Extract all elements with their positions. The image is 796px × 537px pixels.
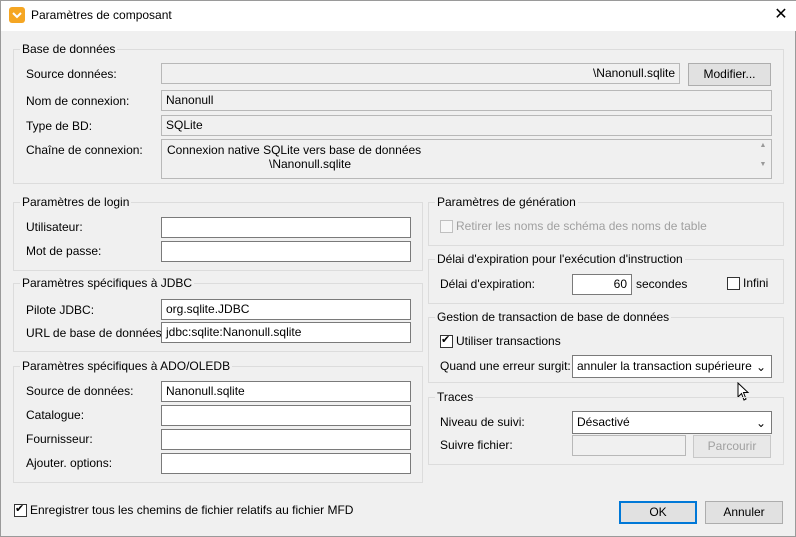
provider-input[interactable] [161, 429, 411, 450]
relative-paths-checkbox[interactable]: ✔ [14, 503, 27, 517]
on-error-select[interactable]: annuler la transaction supérieure ⌄ [572, 355, 772, 378]
connection-string-line2: \Nanonull.sqlite [269, 157, 352, 171]
browse-button[interactable]: Parcourir [693, 435, 771, 458]
use-transactions-checkbox[interactable]: ✔ [440, 334, 453, 348]
component-settings-dialog: Paramètres de composant ✕ Base de donnée… [0, 0, 796, 537]
chevron-down-icon: ⌄ [755, 360, 766, 374]
db-type-field[interactable]: SQLite [161, 115, 772, 136]
generation-group-title: Paramètres de génération [435, 195, 578, 209]
close-button[interactable]: ✕ [767, 3, 795, 29]
window-title: Paramètres de composant [31, 8, 172, 22]
ado-source-input[interactable]: Nanonull.sqlite [161, 381, 411, 402]
password-label: Mot de passe: [26, 244, 102, 258]
connection-string-field[interactable]: Connexion native SQLite vers base de don… [161, 139, 772, 179]
timeout-input[interactable]: 60 [572, 274, 632, 295]
data-source-field[interactable]: \Nanonull.sqlite [161, 63, 680, 84]
connection-string-line1: Connexion native SQLite vers base de don… [167, 143, 422, 157]
catalog-input[interactable] [161, 405, 411, 426]
connection-string-label: Chaîne de connexion: [26, 143, 143, 157]
checkmark-icon: ✔ [441, 334, 451, 346]
data-source-label: Source données: [26, 67, 117, 81]
modify-button[interactable]: Modifier... [688, 63, 771, 86]
timeout-group-title: Délai d'expiration pour l'exécution d'in… [435, 252, 685, 266]
connection-name-field[interactable]: Nanonull [161, 90, 772, 111]
jdbc-driver-input[interactable]: org.sqlite.JDBC [161, 299, 411, 320]
ado-group-title: Paramètres spécifiques à ADO/OLEDB [20, 359, 233, 373]
db-url-label: URL de base de données: [26, 326, 165, 340]
jdbc-driver-label: Pilote JDBC: [26, 303, 95, 317]
login-group-title: Paramètres de login [20, 195, 132, 209]
title-bar: Paramètres de composant ✕ [1, 1, 796, 31]
relative-paths-label: Enregistrer tous les chemins de fichier … [30, 503, 354, 517]
user-input[interactable] [161, 217, 411, 238]
provider-label: Fournisseur: [26, 432, 93, 446]
db-url-input[interactable]: jdbc:sqlite:Nanonull.sqlite [161, 322, 411, 343]
infinite-label: Infini [743, 276, 769, 290]
catalog-label: Catalogue: [26, 408, 85, 422]
trace-file-input[interactable] [572, 435, 686, 456]
connection-string-scrollbar[interactable]: ▲ ▼ [757, 142, 769, 176]
trace-group-title: Traces [435, 390, 476, 404]
close-icon: ✕ [774, 6, 788, 23]
ok-button[interactable]: OK [619, 501, 697, 524]
trace-level-value: Désactivé [577, 415, 630, 429]
remove-schema-checkbox[interactable] [440, 220, 453, 233]
options-label: Ajouter. options: [26, 456, 113, 470]
remove-schema-label: Retirer les noms de schéma des noms de t… [456, 219, 707, 233]
trace-level-label: Niveau de suivi: [440, 415, 525, 429]
app-logo-icon [9, 7, 25, 23]
trace-level-select[interactable]: Désactivé ⌄ [572, 411, 772, 434]
timeout-unit: secondes [636, 277, 688, 291]
connection-name-label: Nom de connexion: [26, 94, 130, 108]
on-error-select-value: annuler la transaction supérieure [577, 359, 752, 373]
db-type-label: Type de BD: [26, 119, 93, 133]
chevron-down-icon: ⌄ [755, 416, 766, 430]
ado-source-label: Source de données: [26, 384, 134, 398]
database-group-title: Base de données [20, 42, 118, 56]
checkmark-icon: ✔ [15, 503, 25, 515]
cancel-button[interactable]: Annuler [705, 501, 783, 524]
trace-file-label: Suivre fichier: [440, 438, 513, 452]
user-label: Utilisateur: [26, 220, 83, 234]
transaction-group-title: Gestion de transaction de base de donnée… [435, 310, 672, 324]
on-error-label: Quand une erreur surgit: [440, 359, 571, 373]
timeout-label: Délai d'expiration: [440, 277, 536, 291]
options-input[interactable] [161, 453, 411, 474]
use-transactions-label: Utiliser transactions [456, 334, 561, 348]
password-input[interactable] [161, 241, 411, 262]
jdbc-group-title: Paramètres spécifiques à JDBC [20, 276, 195, 290]
infinite-checkbox[interactable] [727, 277, 740, 290]
